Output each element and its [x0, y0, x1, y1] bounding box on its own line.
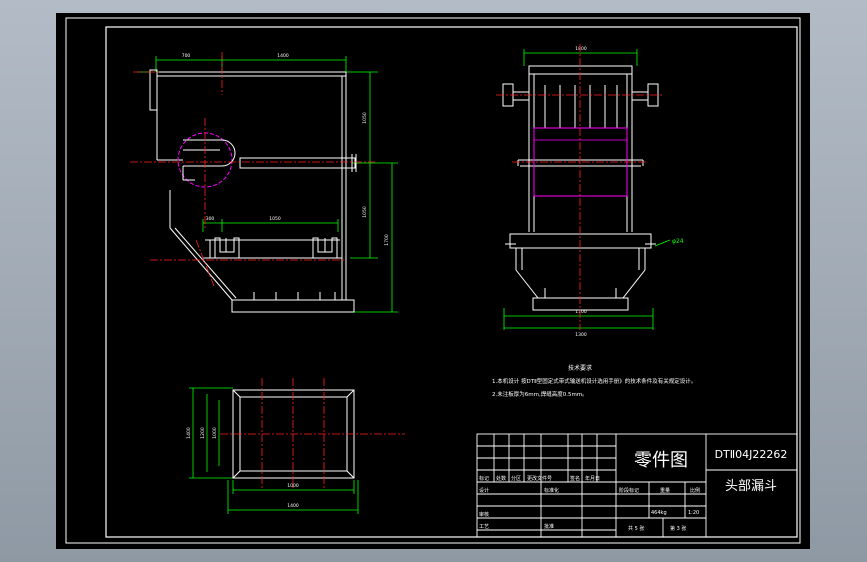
dim-1300: 1300 — [575, 332, 587, 338]
weight-value: 464kg — [651, 510, 667, 516]
dim-1800: 1800 — [575, 46, 587, 52]
part-name: 头部漏斗 — [725, 478, 777, 494]
row-process: 工艺 — [479, 524, 489, 530]
stage-mark-label: 阶段标记 — [619, 487, 639, 494]
notes-title: 技术要求 — [568, 364, 592, 372]
dim-300: 300 — [206, 216, 215, 222]
header-count: 处数 — [496, 475, 506, 482]
dim-1400: 1400 — [277, 53, 289, 59]
dim-plan-left-2: 1200 — [200, 427, 206, 439]
sheet-number: 第 3 张 — [670, 525, 686, 532]
dim-1050-lower: 1050 — [362, 206, 368, 218]
weight-label: 重量 — [660, 487, 670, 494]
dim-700: 700 — [182, 53, 191, 59]
dim-1700: 1700 — [384, 234, 390, 246]
scale-label: 比例 — [690, 487, 700, 494]
scale-value: 1:20 — [688, 510, 699, 516]
drawing-number: DTⅡ04J22262 — [715, 448, 788, 461]
dim-plan-1400: 1400 — [287, 503, 299, 509]
row-design: 设计 — [479, 487, 489, 494]
header-mark: 标记 — [479, 475, 489, 482]
note-1: 1.本机设计 按DTⅡ型固定式带式输送机设计选用手册》的技术条件及有关规定设计。 — [492, 377, 696, 385]
sheet-total: 共 5 张 — [628, 525, 644, 532]
header-change-doc: 更改文件号 — [527, 475, 552, 482]
header-sign: 签名 — [570, 475, 580, 482]
part-drawing-label: 零件图 — [634, 450, 688, 471]
plan-view: 1000 1400 1400 1200 1000 — [186, 378, 405, 514]
row-standard: 标准化 — [544, 487, 559, 494]
dim-hole: φ24 — [672, 238, 684, 245]
note-2: 2.未注板厚为6mm,焊缝高度0.5mm。 — [492, 390, 588, 398]
front-view: 1800 1100 1300 φ24 — [496, 44, 684, 338]
row-approve: 批准 — [544, 523, 554, 530]
dim-1050-inner: 1050 — [269, 216, 281, 222]
dim-plan-left-1: 1400 — [186, 427, 192, 439]
dim-plan-left-3: 1000 — [212, 427, 218, 439]
cad-drawing: 700 1400 1050 1050 1700 300 1050 1800 11… — [65, 17, 801, 544]
header-zone: 分区 — [511, 475, 521, 482]
row-review: 审核 — [479, 511, 489, 518]
inner-border — [105, 26, 798, 538]
outer-border — [65, 17, 801, 544]
dim-1050-upper: 1050 — [362, 112, 368, 124]
header-date: 年月日 — [585, 475, 600, 482]
side-view: 700 1400 1050 1050 1700 300 1050 — [130, 52, 398, 313]
